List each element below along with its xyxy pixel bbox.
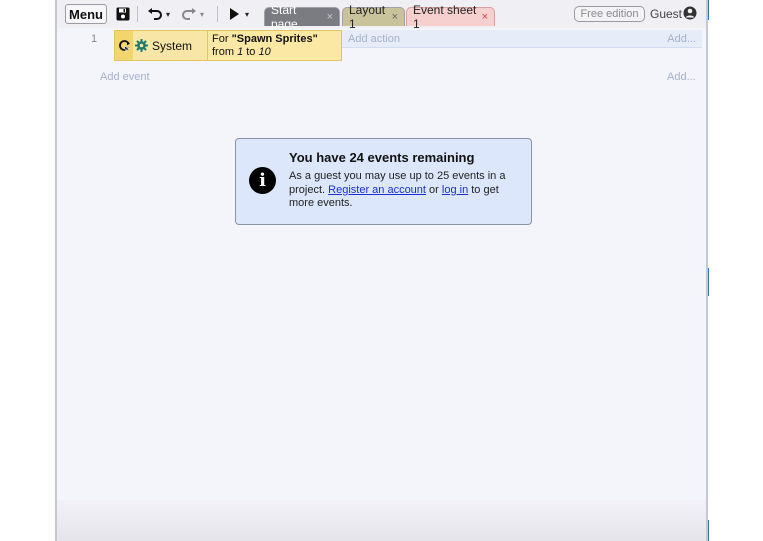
main-toolbar: Menu ▾ ▾ ▾ Start page × Layout 1 × Event…: [57, 0, 706, 31]
redo-icon[interactable]: ▾: [181, 5, 204, 23]
add-event-link[interactable]: Add event: [100, 71, 150, 83]
condition-object[interactable]: System: [135, 31, 208, 60]
menu-button[interactable]: Menu: [65, 4, 107, 24]
loop-icon[interactable]: [115, 31, 133, 60]
condition-from: from: [212, 46, 238, 58]
tab-layout-1[interactable]: Layout 1 ×: [342, 3, 405, 31]
tab-label: Event sheet 1: [413, 3, 477, 31]
notice-title: You have 24 events remaining: [289, 150, 475, 165]
tab-event-sheet-1[interactable]: Event sheet 1 ×: [406, 3, 495, 31]
log-in-link[interactable]: log in: [442, 184, 468, 196]
tab-close-icon[interactable]: ×: [482, 11, 488, 23]
play-icon[interactable]: ▾: [229, 5, 249, 23]
condition-text[interactable]: For "Spawn Sprites" from 1 to 10: [207, 31, 341, 60]
events-remaining-notice: i You have 24 events remaining As a gues…: [235, 138, 532, 225]
loop-name: "Spawn Sprites": [231, 33, 318, 45]
free-edition-badge[interactable]: Free edition: [574, 6, 645, 22]
loop-end-value: 10: [258, 46, 271, 58]
user-account-icon[interactable]: [683, 6, 697, 25]
undo-icon[interactable]: ▾: [147, 5, 170, 23]
redo-dropdown-caret[interactable]: ▾: [200, 10, 204, 19]
toolbar-separator: [137, 6, 138, 22]
guest-label[interactable]: Guest: [650, 7, 682, 21]
event-row[interactable]: 1 System For "Spawn Sprites" from 1 to 1…: [57, 30, 702, 61]
condition-block[interactable]: System For "Spawn Sprites" from 1 to 10: [114, 30, 342, 61]
action-area[interactable]: Add action Add...: [342, 30, 702, 48]
event-sheet-editor: Menu ▾ ▾ ▾ Start page × Layout 1 × Event…: [55, 0, 708, 541]
register-account-link[interactable]: Register an account: [328, 184, 426, 196]
toolbar-separator: [217, 6, 218, 22]
tab-label: Layout 1: [349, 3, 386, 31]
notice-text: or: [425, 183, 442, 196]
condition-prefix: For: [212, 33, 232, 45]
tab-label: Start page: [271, 3, 298, 31]
bottom-bar: [57, 500, 706, 541]
gear-icon: [135, 39, 148, 52]
add-more-link[interactable]: Add...: [667, 71, 696, 83]
info-icon: i: [249, 167, 276, 194]
add-more-link[interactable]: Add...: [667, 33, 696, 45]
condition-to: to: [243, 46, 259, 58]
undo-dropdown-caret[interactable]: ▾: [166, 10, 170, 19]
play-dropdown-caret[interactable]: ▾: [245, 10, 249, 19]
save-icon[interactable]: [116, 5, 130, 23]
tab-close-icon[interactable]: ×: [392, 11, 398, 23]
notice-body: As a guest you may use up to 25 events i…: [289, 170, 521, 211]
event-number: 1: [91, 33, 98, 45]
tab-start-page[interactable]: Start page ×: [264, 3, 340, 31]
tab-close-icon[interactable]: ×: [327, 11, 333, 23]
condition-object-name: System: [152, 38, 193, 53]
add-action-link[interactable]: Add action: [348, 33, 400, 45]
